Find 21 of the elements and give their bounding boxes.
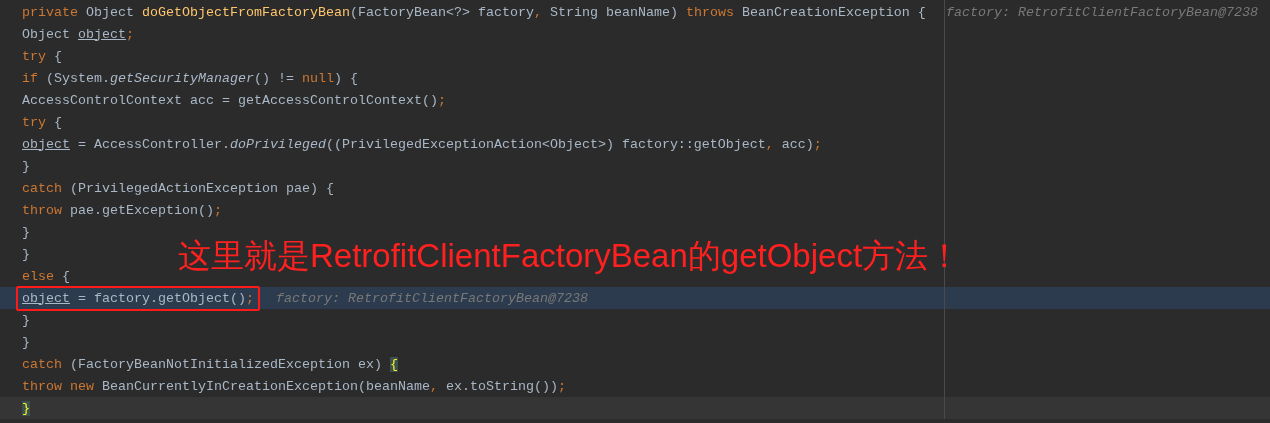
code-line: object = AccessController.doPrivileged((PrivilegedExceptionAction<Object>) factory::getObject, acc); — [22, 136, 822, 152]
code-line: } — [22, 312, 30, 328]
code-line: try { — [22, 48, 62, 64]
code-line: object = factory.getObject(); — [22, 290, 254, 306]
code-line: throw pae.getException(); — [22, 202, 222, 218]
code-line: Object object; — [22, 26, 134, 42]
code-line: try { — [22, 114, 62, 130]
code-line: throw new BeanCurrentlyInCreationException(beanName, ex.toString()); — [22, 378, 566, 394]
code-line: } — [22, 158, 30, 174]
code-line: catch (PrivilegedActionException pae) { — [22, 180, 334, 196]
code-line: } — [22, 246, 30, 262]
annotation-text: 这里就是RetrofitClientFactoryBean的getObject方法！ — [178, 236, 962, 276]
code-line: AccessControlContext acc = getAccessControlContext(); — [22, 92, 446, 108]
code-line: else { — [22, 268, 70, 284]
code-line: catch (FactoryBeanNotInitializedException ex) { — [22, 356, 398, 372]
inline-value-hint: factory: RetrofitClientFactoryBean@7238 — [946, 4, 1258, 20]
inline-value-hint: factory: RetrofitClientFactoryBean@7238 — [275, 290, 588, 306]
code-line: if (System.getSecurityManager() != null) { — [22, 70, 358, 86]
code-line: private Object doGetObjectFromFactoryBean(FactoryBean<?> factory, String beanName) throws BeanCreationException { — [22, 4, 926, 20]
code-line: } — [22, 334, 30, 350]
code-line: } — [22, 224, 30, 240]
